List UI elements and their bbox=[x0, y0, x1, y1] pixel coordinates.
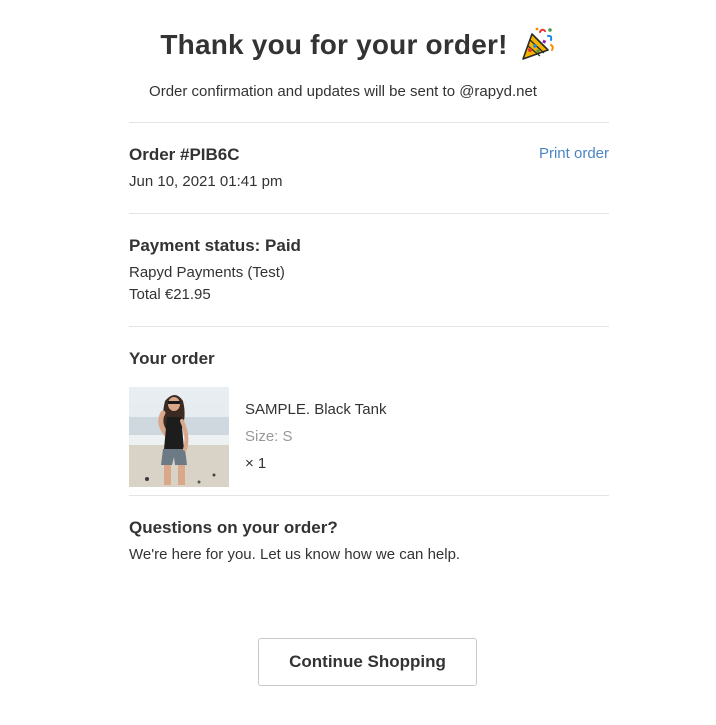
product-thumbnail[interactable] bbox=[129, 387, 229, 487]
payment-status: Payment status: Paid bbox=[129, 236, 301, 255]
order-total: Total €21.95 bbox=[129, 286, 211, 303]
list-item: SAMPLE. Black Tank Size: S × 1 bbox=[129, 387, 609, 487]
continue-shopping-button[interactable]: Continue Shopping bbox=[258, 638, 477, 686]
page-title: Thank you for your order! bbox=[160, 29, 508, 60]
product-name: SAMPLE. Black Tank bbox=[245, 401, 387, 418]
party-popper-icon bbox=[518, 26, 556, 64]
your-order-heading: Your order bbox=[129, 349, 215, 368]
page-title-container: Thank you for your order! bbox=[0, 26, 716, 64]
divider bbox=[129, 213, 609, 214]
your-order-section: Your order SAMPLE. Black Tank Size: S × … bbox=[129, 349, 609, 489]
product-quantity: × 1 bbox=[245, 455, 267, 472]
confirmation-subtitle: Order confirmation and updates will be s… bbox=[149, 83, 537, 100]
questions-text: We're here for you. Let us know how we c… bbox=[129, 546, 461, 563]
order-confirmation-page: Thank you for your order! Order confirma… bbox=[0, 0, 716, 725]
payment-method: Rapyd Payments (Test) bbox=[129, 264, 285, 281]
order-date: Jun 10, 2021 01:41 pm bbox=[129, 173, 283, 190]
product-size: Size: S bbox=[245, 428, 293, 445]
divider bbox=[129, 326, 609, 327]
questions-heading: Questions on your order? bbox=[129, 518, 338, 537]
payment-section: Payment status: Paid Rapyd Payments (Tes… bbox=[129, 236, 609, 306]
questions-section: Questions on your order? We're here for … bbox=[129, 518, 609, 568]
divider bbox=[129, 495, 609, 496]
divider bbox=[129, 122, 609, 123]
order-section: Order #PIB6C Print order Jun 10, 2021 01… bbox=[129, 145, 609, 195]
order-number: Order #PIB6C bbox=[129, 145, 240, 164]
print-order-link[interactable]: Print order bbox=[539, 145, 609, 162]
